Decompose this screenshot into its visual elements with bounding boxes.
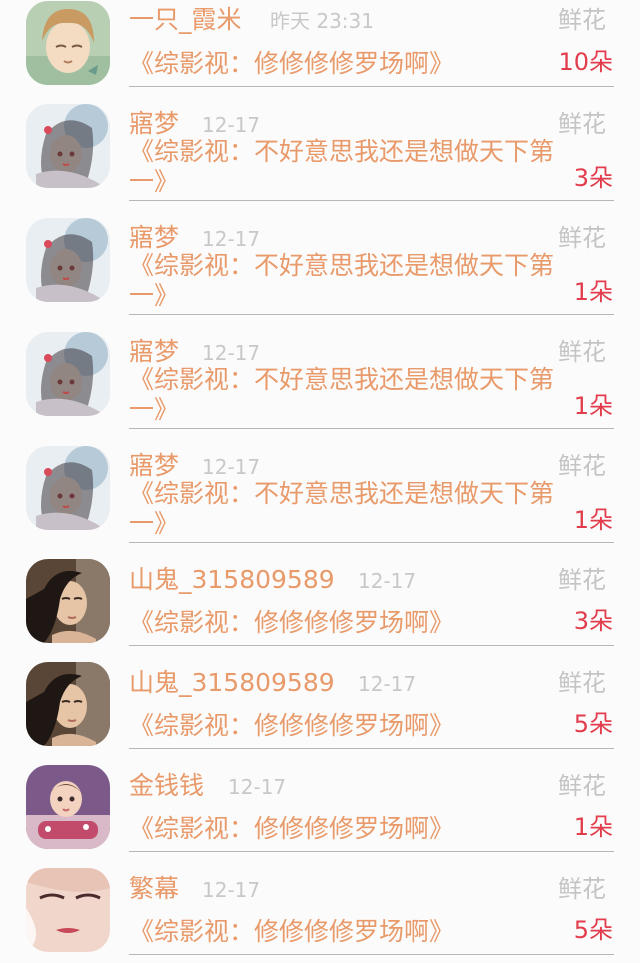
list-item[interactable]: 寤梦 12-17 鲜花 《综影视：不好意思我还是想做天下第一》 1朵 (0, 429, 640, 543)
flower-count: 1朵 (573, 506, 613, 534)
woman-portrait-avatar[interactable] (26, 662, 110, 746)
flower-count: 5朵 (573, 916, 613, 944)
gift-type-label: 鲜花 (558, 875, 606, 903)
face-closeup-avatar[interactable] (26, 868, 110, 952)
anime-boy-avatar[interactable] (26, 1, 110, 85)
book-title[interactable]: 《综影视：不好意思我还是想做天下第一》 (129, 137, 554, 197)
flower-count: 5朵 (573, 710, 613, 738)
divider (129, 954, 614, 955)
timestamp: 12-17 (202, 341, 261, 365)
list-item[interactable]: 寤梦 12-17 鲜花 《综影视：不好意思我还是想做天下第一》 1朵 (0, 201, 640, 315)
list-item[interactable]: 山鬼_315809589 12-17 鲜花 《综影视：修修修修罗场啊》 3朵 (0, 543, 640, 646)
baby-photo-avatar[interactable] (26, 765, 110, 849)
book-title[interactable]: 《综影视：不好意思我还是想做天下第一》 (129, 479, 554, 539)
anime-girl-avatar[interactable] (26, 104, 110, 188)
timestamp: 12-17 (202, 455, 261, 479)
timestamp: 12-17 (228, 775, 287, 799)
timestamp: 12-17 (358, 672, 417, 696)
anime-girl-avatar[interactable] (26, 446, 110, 530)
timestamp: 12-17 (202, 113, 261, 137)
timestamp: 12-17 (202, 878, 261, 902)
list-item[interactable]: 寤梦 12-17 鲜花 《综影视：不好意思我还是想做天下第一》 1朵 (0, 315, 640, 429)
list-item[interactable]: 寤梦 12-17 鲜花 《综影视：不好意思我还是想做天下第一》 3朵 (0, 87, 640, 201)
user-name[interactable]: 山鬼_315809589 (129, 565, 335, 595)
book-title[interactable]: 《综影视：修修修修罗场啊》 (129, 49, 554, 79)
flower-count: 3朵 (573, 607, 613, 635)
book-title[interactable]: 《综影视：修修修修罗场啊》 (129, 917, 554, 947)
user-name[interactable]: 金钱钱 (129, 771, 204, 801)
anime-girl-avatar[interactable] (26, 332, 110, 416)
gift-type-label: 鲜花 (558, 566, 606, 594)
gift-type-label: 鲜花 (558, 224, 606, 252)
book-title[interactable]: 《综影视：不好意思我还是想做天下第一》 (129, 251, 554, 311)
list-item[interactable]: 山鬼_315809589 12-17 鲜花 《综影视：修修修修罗场啊》 5朵 (0, 646, 640, 749)
user-name[interactable]: 山鬼_315809589 (129, 668, 335, 698)
woman-portrait-avatar[interactable] (26, 559, 110, 643)
gift-type-label: 鲜花 (558, 110, 606, 138)
flower-count: 1朵 (573, 813, 613, 841)
flower-count: 3朵 (573, 164, 613, 192)
gift-type-label: 鲜花 (558, 6, 606, 34)
user-name[interactable]: 寤梦 (129, 109, 179, 139)
user-name[interactable]: 一只_霞米 (129, 5, 242, 35)
list-item[interactable]: 金钱钱 12-17 鲜花 《综影视：修修修修罗场啊》 1朵 (0, 749, 640, 852)
flower-count: 1朵 (573, 392, 613, 420)
book-title[interactable]: 《综影视：修修修修罗场啊》 (129, 608, 554, 638)
user-name[interactable]: 寤梦 (129, 451, 179, 481)
anime-girl-avatar[interactable] (26, 218, 110, 302)
list-item[interactable]: 一只_霞米 昨天 23:31 鲜花 《综影视：修修修修罗场啊》 10朵 (0, 0, 640, 87)
book-title[interactable]: 《综影视：不好意思我还是想做天下第一》 (129, 365, 554, 425)
user-name[interactable]: 寤梦 (129, 337, 179, 367)
gift-type-label: 鲜花 (558, 452, 606, 480)
gift-type-label: 鲜花 (558, 669, 606, 697)
flower-count: 10朵 (558, 48, 613, 76)
book-title[interactable]: 《综影视：修修修修罗场啊》 (129, 814, 554, 844)
flower-gift-list: 一只_霞米 昨天 23:31 鲜花 《综影视：修修修修罗场啊》 10朵 寤梦 1… (0, 0, 640, 963)
timestamp: 12-17 (202, 227, 261, 251)
user-name[interactable]: 寤梦 (129, 223, 179, 253)
gift-type-label: 鲜花 (558, 338, 606, 366)
timestamp: 12-17 (358, 569, 417, 593)
user-name[interactable]: 繁幕 (129, 874, 179, 904)
gift-type-label: 鲜花 (558, 772, 606, 800)
flower-count: 1朵 (573, 278, 613, 306)
list-item[interactable]: 繁幕 12-17 鲜花 《综影视：修修修修罗场啊》 5朵 (0, 852, 640, 963)
book-title[interactable]: 《综影视：修修修修罗场啊》 (129, 711, 554, 741)
timestamp: 昨天 23:31 (270, 9, 374, 33)
